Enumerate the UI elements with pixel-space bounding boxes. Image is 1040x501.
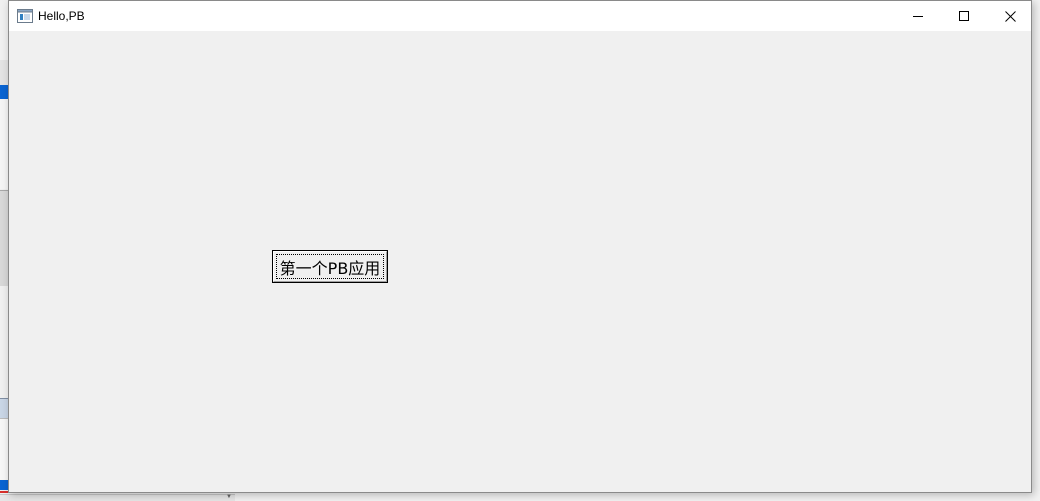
minimize-button[interactable] xyxy=(895,1,941,31)
chevron-down-icon: ▼ xyxy=(226,494,232,500)
close-button[interactable] xyxy=(987,1,1033,31)
first-pb-app-button[interactable]: 第一个PB应用 xyxy=(272,250,388,283)
background-panel xyxy=(0,418,8,481)
background-panel xyxy=(0,99,8,189)
main-window: Hello,PB 第一个PB应用 xyxy=(8,0,1032,493)
maximize-button[interactable] xyxy=(941,1,987,31)
background-dropdown xyxy=(0,494,235,501)
background-panel xyxy=(0,190,8,286)
close-icon xyxy=(1004,10,1016,22)
background-selection-bar xyxy=(0,85,8,99)
button-label: 第一个PB应用 xyxy=(279,258,381,278)
title-bar[interactable]: Hello,PB xyxy=(9,1,1031,31)
background-selection-bar xyxy=(0,480,8,490)
background-panel xyxy=(0,398,8,419)
client-area: 第一个PB应用 xyxy=(9,31,1031,492)
background-panel xyxy=(0,60,8,85)
window-title: Hello,PB xyxy=(38,9,85,23)
app-window-icon xyxy=(17,9,33,23)
maximize-icon xyxy=(959,11,969,21)
minimize-icon xyxy=(913,11,923,21)
